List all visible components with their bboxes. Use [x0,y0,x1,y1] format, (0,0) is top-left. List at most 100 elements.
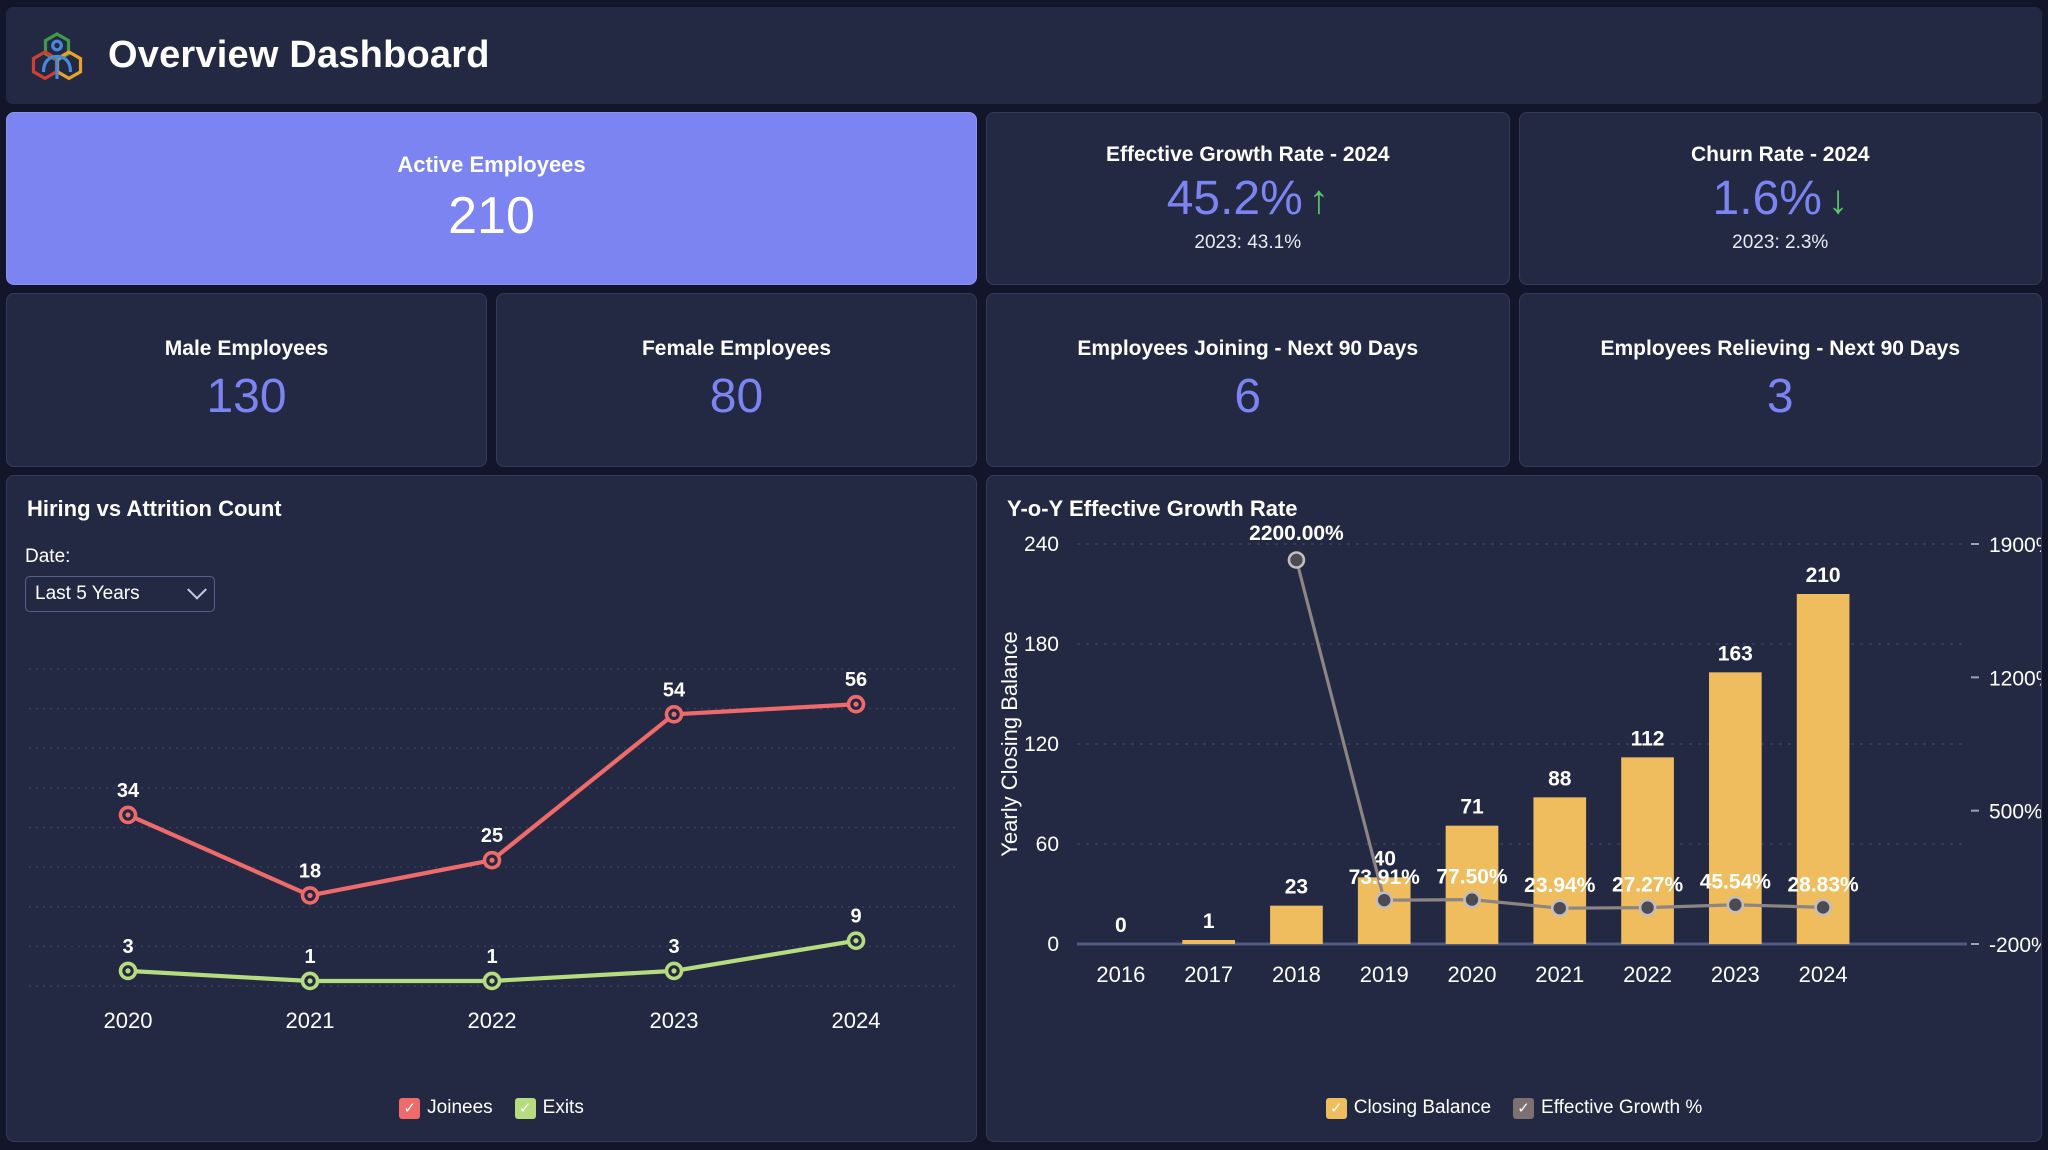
kpi-title: Employees Relieving - Next 90 Days [1600,336,1961,360]
chevron-down-icon [187,579,207,600]
data-point-core [853,701,859,707]
data-point-label: 54 [663,679,686,701]
data-point [1726,895,1745,914]
x-axis-tick-label: 2023 [1711,962,1760,987]
legend-label: Closing Balance [1353,1097,1492,1118]
yoy-growth-legend: ✓ Closing Balance ✓ Effective Growth % [987,1097,2041,1119]
legend-item-effective-growth[interactable]: ✓ Effective Growth % [1513,1097,1702,1119]
kpi-card-employees-relieving-90-days[interactable]: Employees Relieving - Next 90 Days 3 [1518,293,2042,467]
bar-value-label: 88 [1548,767,1572,790]
data-point-label: 9 [850,906,861,928]
growth-value-label: 77.50% [1436,866,1508,889]
kpi-value: 210 [448,186,535,245]
legend-label: Exits [542,1097,584,1118]
y2-axis-tick-label: 500% [1989,801,2042,824]
people-hexagon-logo-icon [28,27,86,85]
data-point-label: 25 [481,825,503,847]
data-point-label: 56 [845,669,867,691]
kpi-card-employees-joining-90-days[interactable]: Employees Joining - Next 90 Days 6 [986,293,1510,467]
x-axis-tick-label: 2020 [1448,962,1497,987]
kpi-subtext: 2023: 43.1% [1194,231,1302,253]
date-filter: Date: Last 5 Years [7,522,976,612]
x-axis-tick-label: 2024 [832,1008,881,1033]
kpi-card-female-employees[interactable]: Female Employees 80 [496,293,977,467]
y-axis-tick-label: 0 [1047,933,1059,956]
y-axis-tick-label: 180 [1024,633,1059,656]
x-axis-tick-label: 2016 [1096,962,1145,987]
x-axis-tick-label: 2021 [1535,962,1584,987]
kpi-card-effective-growth-rate[interactable]: Effective Growth Rate - 2024 45.2% ↑ 202… [986,112,1510,285]
y-axis-tick-label: 60 [1036,833,1059,856]
x-axis-tick-label: 2024 [1799,962,1848,987]
kpi-title: Male Employees [164,336,329,360]
y2-axis-tick-label: 1900% [1989,534,2042,557]
bar-value-label: 210 [1806,564,1841,587]
x-axis-tick-label: 2022 [468,1008,517,1033]
kpi-title: Churn Rate - 2024 [1690,143,1870,167]
data-point [1463,890,1481,909]
kpi-title: Active Employees [397,152,586,178]
data-point [1814,898,1832,917]
yoy-growth-combo-chart: 060120180240Yearly Closing Balance-200%5… [987,524,2041,1029]
y-axis-tick-label: 240 [1024,533,1059,556]
y2-axis-tick-label: 1200% [1989,667,2042,690]
bar-value-label: 163 [1718,642,1753,665]
kpi-value: 3 [1766,369,1794,423]
kpi-value: 130 [206,369,287,423]
data-point-label: 1 [304,946,315,968]
kpi-subtext: 2023: 2.3% [1732,231,1829,253]
bar [1533,797,1587,944]
dashboard-page: Overview Dashboard Active Employees 210 … [0,0,2048,1150]
growth-value-label: 73.91% [1349,866,1421,889]
legend-checkbox-joinees[interactable]: ✓ [399,1097,421,1119]
kpi-card-male-employees[interactable]: Male Employees 130 [6,293,487,467]
kpi-card-active-employees[interactable]: Active Employees 210 [6,112,977,285]
date-range-select[interactable]: Last 5 Years [25,576,215,612]
kpi-row-2: Male Employees 130 Female Employees 80 E… [6,293,2042,467]
kpi-card-churn-rate[interactable]: Churn Rate - 2024 1.6% ↓ 2023: 2.3% [1518,112,2042,285]
kpi-value: 1.6% [1712,172,1822,226]
x-axis-tick-label: 2019 [1360,962,1409,987]
legend-checkbox-exits[interactable]: ✓ [514,1097,536,1119]
bar-value-label: 0 [1115,914,1127,937]
bar-value-label: 71 [1460,796,1484,819]
data-point-label: 1 [486,946,497,968]
legend-item-closing-balance[interactable]: ✓ Closing Balance [1325,1097,1492,1119]
bar-value-label: 112 [1631,727,1665,750]
legend-item-joinees[interactable]: ✓ Joinees [399,1097,493,1119]
legend-checkbox-effective-growth[interactable]: ✓ [1513,1097,1535,1119]
data-point-core [125,968,131,974]
data-point [1550,899,1569,917]
data-point-core [489,857,495,863]
data-point-core [853,938,859,944]
charts-row: Hiring vs Attrition Count Date: Last 5 Y… [6,475,2042,1142]
data-point-core [489,978,495,984]
x-axis-tick-label: 2021 [286,1008,335,1033]
panel-hiring-vs-attrition: Hiring vs Attrition Count Date: Last 5 Y… [6,475,977,1142]
data-point-core [307,892,313,899]
data-point [1638,898,1657,917]
date-filter-label: Date: [25,546,71,567]
kpi-value: 80 [709,369,764,423]
growth-value-label: 23.94% [1524,874,1596,897]
panel-title: Hiring vs Attrition Count [27,496,282,521]
growth-value-label: 28.83% [1787,873,1859,896]
data-point-label: 18 [299,860,321,882]
y2-axis-tick-label: -200% [1989,934,2042,957]
legend-checkbox-closing-balance[interactable]: ✓ [1325,1097,1347,1119]
kpi-value: 45.2% [1166,172,1303,226]
data-point [1375,891,1394,909]
data-point-label: 3 [668,936,679,958]
hiring-attrition-line-chart: 34 18 25 54 56 3 1 1 3 9 2020 2021 2022 2023 2024 [7,651,976,1051]
panel-yoy-effective-growth: Y-o-Y Effective Growth Rate 0 60 120 180 240… [986,475,2042,1142]
legend-item-exits[interactable]: ✓ Exits [514,1097,584,1119]
bar-value-label: 23 [1285,876,1308,899]
legend-label: Effective Growth % [1541,1097,1703,1118]
x-axis-tick-label: 2022 [1623,962,1672,987]
data-point-core [307,978,313,984]
growth-value-label: 2200.00% [1249,524,1344,545]
x-axis-tick-label: 2020 [104,1008,153,1033]
x-axis-tick-label: 2017 [1184,962,1233,987]
arrow-down-icon: ↓ [1827,177,1848,222]
y-axis-tick-label: 120 [1024,733,1059,756]
